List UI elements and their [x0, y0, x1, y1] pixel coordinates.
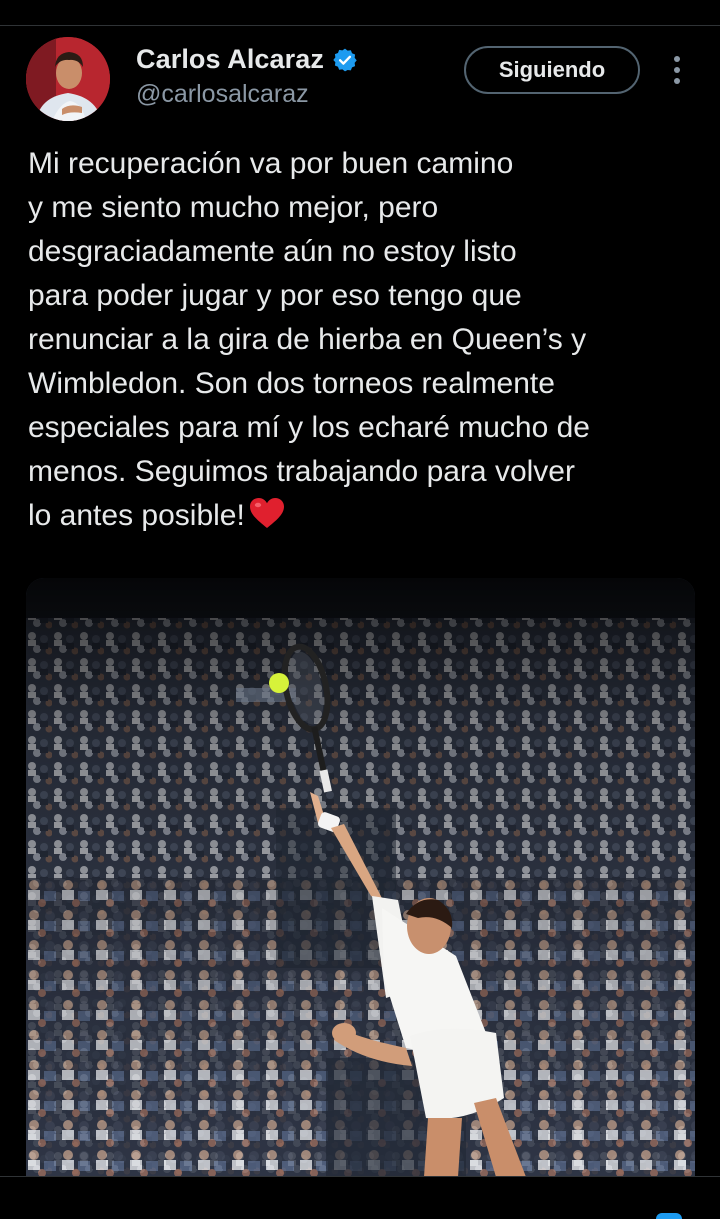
author-name[interactable]: Carlos Alcaraz — [136, 44, 324, 75]
more-vertical-icon[interactable] — [668, 54, 686, 86]
tweet-text-line: para poder jugar y por eso tengo que — [28, 279, 522, 312]
verified-badge-icon — [332, 47, 358, 73]
author-name-row: Carlos Alcaraz — [136, 44, 358, 75]
red-heart-icon — [249, 497, 285, 542]
tweet-text-last-line: lo antes posible! — [28, 494, 696, 542]
following-button[interactable]: Siguiendo — [464, 46, 640, 94]
tweet-text-line: especiales para mí y los echaré mucho de — [28, 411, 590, 444]
author-handle[interactable]: @carlosalcaraz — [136, 80, 309, 109]
tweet-text-line: desgraciadamente aún no estoy listo — [28, 235, 517, 268]
tweet-text: Mi recuperación va por buen camino y me … — [28, 142, 696, 542]
tweet-text-line: Wimbledon. Son dos torneos realmente — [28, 367, 555, 400]
tweet-text-line: renunciar a la gira de hierba en Queen’s… — [28, 323, 587, 356]
tweet-text-line: y me siento mucho mejor, pero — [28, 191, 439, 224]
tweet-text-line: menos. Seguimos trabajando para volver — [28, 455, 575, 488]
bottom-accent — [656, 1213, 682, 1219]
tennis-player-serving-photo[interactable] — [26, 578, 695, 1177]
top-divider — [0, 25, 720, 26]
bottom-divider — [0, 1176, 720, 1177]
tweet-text-line: Mi recuperación va por buen camino — [28, 147, 514, 180]
tweet-text-line: lo antes posible! — [28, 499, 245, 532]
author-avatar[interactable] — [26, 37, 110, 121]
